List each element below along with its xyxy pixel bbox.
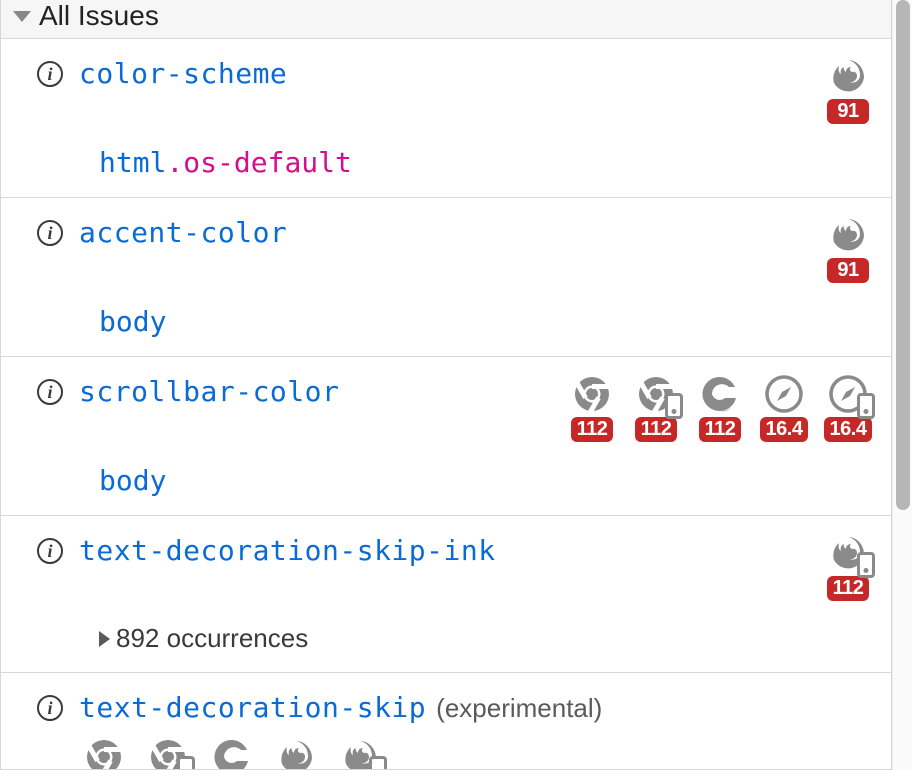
issues-panel: All Issues color-scheme 91 html.os-default… (0, 0, 892, 770)
selector-line[interactable]: html.os-default (99, 146, 873, 179)
expand-icon (99, 631, 110, 647)
mobile-device-icon (177, 756, 195, 770)
property-name[interactable]: color-scheme (79, 57, 287, 90)
browser-version: 91 (827, 99, 869, 124)
browser-version: 112 (571, 417, 614, 442)
selector-tag: body (99, 305, 166, 338)
section-title: All Issues (39, 0, 159, 32)
scrollbar-thumb[interactable] (896, 0, 910, 510)
browser-badge: 112 (335, 738, 385, 770)
browser-badge: 112 (79, 738, 129, 770)
issue-row: text-decoration-skip-ink 112 892 occurrenc… (1, 516, 891, 673)
chrome-icon (85, 738, 123, 770)
property-name[interactable]: scrollbar-color (79, 375, 339, 408)
browser-version: 112 (635, 417, 678, 442)
browser-badge: 112 (207, 738, 257, 770)
browser-badge: 112 (695, 375, 745, 442)
browser-support-list: 91 (823, 216, 873, 283)
occurrences-toggle[interactable]: 892 occurrences (99, 623, 873, 654)
browser-badge: 112 (143, 738, 193, 770)
chrome-icon (573, 375, 611, 413)
collapse-icon (13, 11, 31, 22)
edge-icon (701, 375, 739, 413)
browser-support-list: 91 (823, 57, 873, 124)
browser-badge: 112 (567, 375, 617, 442)
browser-support-list: 112 112 112 112 112 (79, 738, 873, 770)
section-header[interactable]: All Issues (1, 0, 891, 39)
mobile-device-icon (665, 393, 683, 419)
property-name[interactable]: accent-color (79, 216, 287, 249)
selector-tag: html (99, 146, 166, 179)
issue-row: color-scheme 91 html.os-default (1, 39, 891, 198)
browser-version: 16.4 (824, 417, 873, 442)
firefox-icon (829, 57, 867, 95)
browser-version: 16.4 (760, 417, 809, 442)
browser-badge: 91 (823, 57, 873, 124)
info-icon[interactable] (37, 538, 63, 564)
property-name[interactable]: text-decoration-skip-ink (79, 534, 496, 567)
info-icon[interactable] (37, 379, 63, 405)
issue-row: accent-color 91 body (1, 198, 891, 357)
firefox-icon (277, 738, 315, 770)
mobile-device-icon (369, 756, 387, 770)
property-note: (experimental) (436, 693, 602, 723)
browser-version: 112 (699, 417, 742, 442)
issue-row: text-decoration-skip(experimental)112112… (1, 673, 891, 770)
mobile-device-icon (857, 552, 875, 578)
info-icon[interactable] (37, 695, 63, 721)
selector-line[interactable]: body (99, 305, 873, 338)
browser-version: 112 (827, 576, 870, 601)
mobile-device-icon (857, 393, 875, 419)
browser-badge: 112 (823, 534, 873, 601)
firefox-icon (829, 216, 867, 254)
browser-version: 91 (827, 258, 869, 283)
scrollbar-track[interactable] (892, 0, 912, 770)
info-icon[interactable] (37, 61, 63, 87)
selector-line[interactable]: body (99, 464, 873, 497)
browser-badge: 16.4 (823, 375, 873, 442)
browser-badge: 16.4 (759, 375, 809, 442)
safari-icon (765, 375, 803, 413)
selector-class: .os-default (166, 146, 351, 179)
occurrences-count: 892 occurrences (116, 623, 308, 654)
issue-row: scrollbar-color 112 112 112 16.4 16.4 body (1, 357, 891, 516)
edge-icon (213, 738, 251, 770)
browser-badge: 112 (631, 375, 681, 442)
browser-support-list: 112 (823, 534, 873, 601)
browser-badge: 91 (823, 216, 873, 283)
selector-tag: body (99, 464, 166, 497)
info-icon[interactable] (37, 220, 63, 246)
browser-badge: 112 (271, 738, 321, 770)
browser-support-list: 112 112 112 16.4 16.4 (567, 375, 873, 442)
property-name[interactable]: text-decoration-skip (79, 691, 426, 724)
